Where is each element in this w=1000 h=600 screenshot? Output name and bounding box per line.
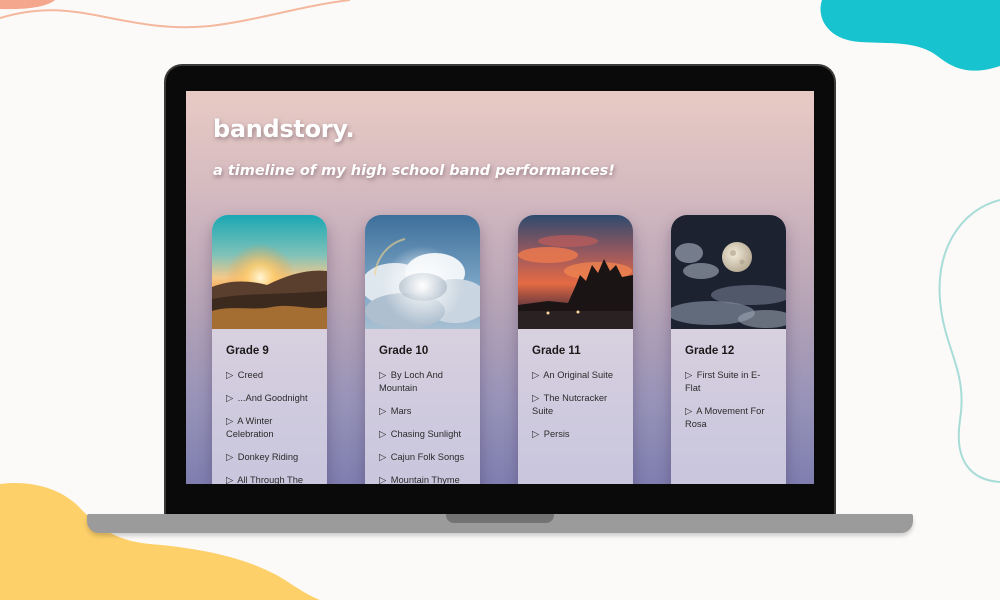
- song-item[interactable]: ▷ An Original Suite: [532, 369, 620, 382]
- site-subtitle: a timeline of my high school band perfor…: [213, 163, 615, 179]
- play-triangle-icon: ▷: [532, 393, 540, 403]
- card-grade-title: Grade 11: [532, 345, 581, 357]
- moon-photo-icon: [671, 215, 786, 329]
- play-triangle-icon: ▷: [379, 475, 387, 484]
- song-item[interactable]: ▷ Mars: [379, 405, 467, 418]
- play-triangle-icon: ▷: [379, 429, 387, 439]
- song-item[interactable]: ▷ By Loch And Mountain: [379, 369, 467, 395]
- play-triangle-icon: ▷: [532, 429, 540, 439]
- grade-11-card[interactable]: Grade 11 ▷ An Original Suite ▷ The Nutcr…: [518, 215, 633, 484]
- play-triangle-icon: ▷: [685, 370, 693, 380]
- play-triangle-icon: ▷: [226, 393, 234, 403]
- clouds-photo-icon: [365, 215, 480, 329]
- song-item[interactable]: ▷ Cajun Folk Songs: [379, 451, 467, 464]
- sunset-photo-icon: [212, 215, 327, 329]
- song-item[interactable]: ▷ Mountain Thyme: [379, 474, 467, 484]
- song-item[interactable]: ▷ All Through The: [226, 474, 314, 484]
- play-triangle-icon: ▷: [379, 452, 387, 462]
- play-triangle-icon: ▷: [379, 370, 387, 380]
- song-item[interactable]: ▷ A Movement For Rosa: [685, 405, 773, 431]
- play-triangle-icon: ▷: [532, 370, 540, 380]
- site-title: bandstory.: [213, 115, 355, 143]
- song-item[interactable]: ▷ First Suite in E-Flat: [685, 369, 773, 395]
- play-triangle-icon: ▷: [226, 370, 234, 380]
- song-item[interactable]: ▷ A Winter Celebration: [226, 415, 314, 441]
- laptop-screen: bandstory. a timeline of my high school …: [186, 91, 814, 484]
- song-item[interactable]: ▷ Persis: [532, 428, 620, 441]
- song-item[interactable]: ▷ ...And Goodnight: [226, 392, 314, 405]
- red-sky-photo-icon: [518, 215, 633, 329]
- card-grade-title: Grade 9: [226, 345, 269, 357]
- grade-9-card[interactable]: Grade 9 ▷ Creed ▷ ...And Goodnight ▷ A W…: [212, 215, 327, 484]
- song-item[interactable]: ▷ Chasing Sunlight: [379, 428, 467, 441]
- play-triangle-icon: ▷: [226, 475, 234, 484]
- laptop-notch: [446, 514, 554, 523]
- play-triangle-icon: ▷: [379, 406, 387, 416]
- play-triangle-icon: ▷: [685, 406, 693, 416]
- play-triangle-icon: ▷: [226, 452, 234, 462]
- card-grade-title: Grade 10: [379, 345, 429, 357]
- song-item[interactable]: ▷ Donkey Riding: [226, 451, 314, 464]
- song-item[interactable]: ▷ Creed: [226, 369, 314, 382]
- grade-12-card[interactable]: Grade 12 ▷ First Suite in E-Flat ▷ A Mov…: [671, 215, 786, 484]
- play-triangle-icon: ▷: [226, 416, 234, 426]
- outline-blob-decoration: [938, 199, 1000, 483]
- grade-10-card[interactable]: Grade 10 ▷ By Loch And Mountain ▷ Mars ▷…: [365, 215, 480, 484]
- card-grade-title: Grade 12: [685, 345, 735, 357]
- song-item[interactable]: ▷ The Nutcracker Suite: [532, 392, 620, 418]
- wavy-line-decoration: [0, 0, 351, 29]
